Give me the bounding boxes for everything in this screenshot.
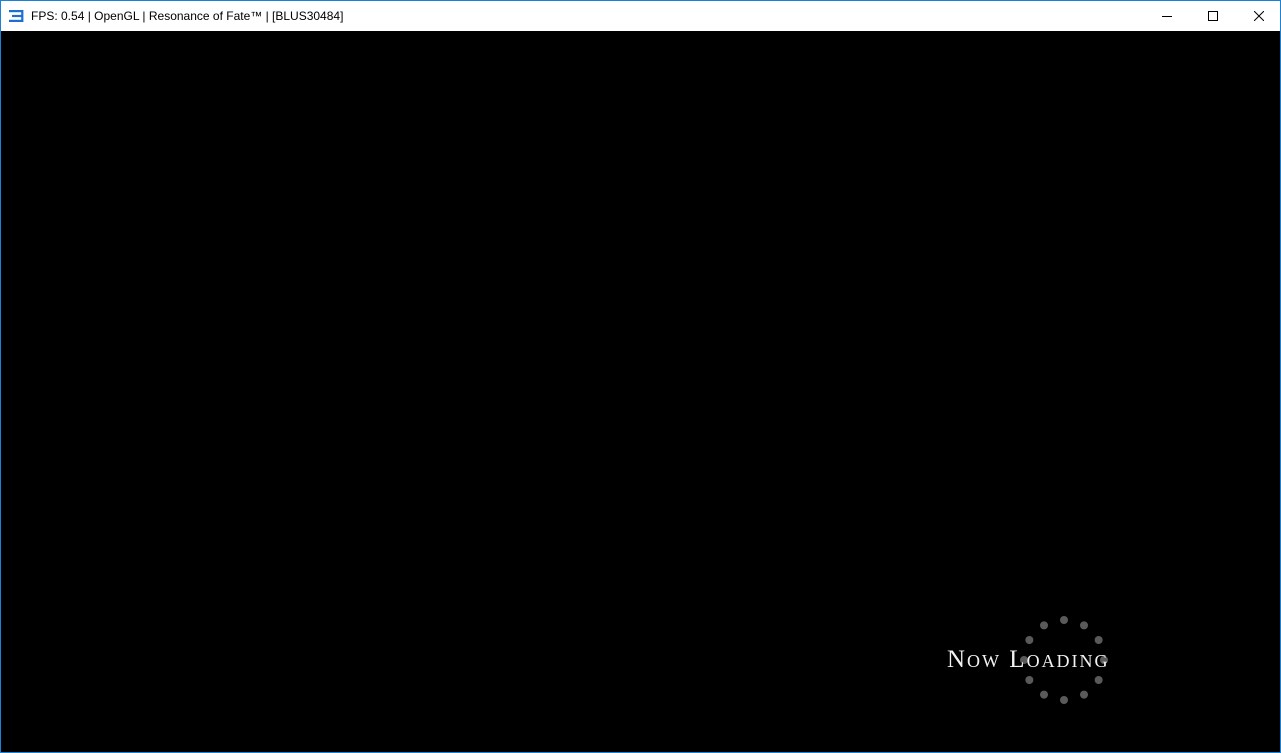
spinner-dot — [1040, 621, 1048, 630]
spinner-dot — [1025, 676, 1034, 684]
spinner-dot — [1094, 676, 1103, 684]
maximize-button[interactable] — [1190, 1, 1236, 31]
title-bar[interactable]: FPS: 0.54 | OpenGL | Resonance of Fate™ … — [1, 1, 1280, 31]
minimize-icon — [1162, 16, 1172, 17]
rpcs3-icon — [9, 10, 24, 22]
minimize-button[interactable] — [1144, 1, 1190, 31]
maximize-icon — [1208, 11, 1218, 21]
spinner-dot — [1080, 690, 1088, 699]
spinner-dot — [1060, 696, 1068, 704]
close-button[interactable] — [1236, 1, 1281, 31]
spinner-dot — [1060, 616, 1068, 624]
spinner-dot — [1040, 690, 1048, 699]
loading-text: Now Loading — [947, 646, 1110, 673]
spinner-dot — [1080, 621, 1088, 630]
game-viewport[interactable]: Now Loading — [1, 31, 1280, 752]
loading-indicator: Now Loading — [947, 613, 1197, 713]
close-icon — [1254, 11, 1264, 21]
emulator-window: FPS: 0.54 | OpenGL | Resonance of Fate™ … — [0, 0, 1281, 753]
window-title: FPS: 0.54 | OpenGL | Resonance of Fate™ … — [31, 9, 344, 23]
